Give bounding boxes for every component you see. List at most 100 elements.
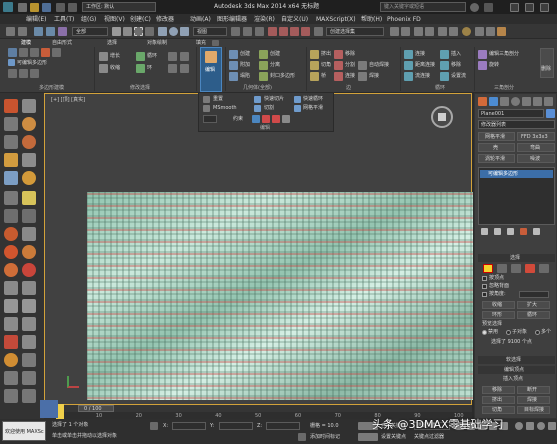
loop-connect-icon[interactable] bbox=[404, 50, 413, 59]
help-icon[interactable] bbox=[484, 3, 493, 12]
set-flow-icon[interactable] bbox=[440, 72, 449, 81]
menu-create[interactable]: 创建(C) bbox=[130, 16, 151, 23]
bend-button[interactable]: 弯曲 bbox=[517, 143, 555, 152]
spinner-snap-icon[interactable] bbox=[301, 27, 310, 36]
patch-icon[interactable] bbox=[22, 281, 36, 295]
show-end-result-icon[interactable] bbox=[19, 69, 28, 78]
show-result-icon[interactable] bbox=[494, 228, 501, 235]
cut-icon[interactable] bbox=[254, 105, 261, 112]
preview-off-radio[interactable] bbox=[482, 330, 487, 335]
edit-vertices-rollout-header[interactable]: 编辑顶点 bbox=[478, 366, 555, 374]
preview-multi-radio[interactable] bbox=[535, 330, 540, 335]
viewport[interactable]: [+] [顶] [真实] bbox=[44, 93, 473, 405]
chamfer-vertex-button[interactable]: 切角 bbox=[482, 406, 515, 414]
angle-snap-icon[interactable] bbox=[279, 27, 288, 36]
mass-fx-icon[interactable] bbox=[4, 353, 18, 367]
minimize-icon[interactable] bbox=[510, 3, 519, 12]
utilities-tab-icon[interactable] bbox=[533, 97, 542, 106]
preview-subobject-radio[interactable] bbox=[506, 330, 511, 335]
vertex-subobject-icon[interactable] bbox=[8, 48, 17, 57]
reference-coordinate-dropdown[interactable]: 视图 bbox=[193, 27, 227, 36]
edge-mode-icon[interactable] bbox=[497, 264, 507, 273]
insert-loop-icon[interactable] bbox=[440, 50, 449, 59]
menu-rendering[interactable]: 渲染(R) bbox=[254, 16, 275, 23]
rotate-icon[interactable] bbox=[169, 27, 178, 36]
menu-maxscript[interactable]: MAXScript(X) bbox=[316, 16, 356, 23]
cloth-icon[interactable] bbox=[22, 335, 36, 349]
hierarchy-tab-icon[interactable] bbox=[500, 97, 509, 106]
weld-edge-icon[interactable] bbox=[358, 72, 367, 81]
select-pattern-icon[interactable] bbox=[180, 64, 189, 73]
select-by-name-icon[interactable] bbox=[123, 27, 132, 36]
remove-modifier-icon[interactable] bbox=[520, 228, 527, 235]
tessellate-icon[interactable] bbox=[294, 105, 301, 112]
weld-vertex-button[interactable]: 焊接 bbox=[517, 396, 550, 404]
constraint-spinner[interactable] bbox=[203, 115, 217, 123]
remove-loop-icon[interactable] bbox=[440, 61, 449, 70]
plane-object[interactable] bbox=[87, 192, 473, 400]
bridge-icon[interactable] bbox=[310, 72, 319, 81]
mini-listener-icon[interactable] bbox=[40, 400, 58, 418]
turbosmooth-button[interactable]: 涡轮平滑 bbox=[478, 154, 515, 163]
link-icon[interactable] bbox=[34, 27, 43, 36]
window-object-icon[interactable] bbox=[4, 317, 18, 331]
select-similar-icon[interactable] bbox=[180, 52, 189, 61]
orbit-icon[interactable] bbox=[537, 422, 545, 430]
editable-poly-label[interactable]: 可编辑多边形 bbox=[17, 60, 47, 66]
tab-populate[interactable]: 填充 bbox=[196, 40, 206, 46]
dropdown-meshsmooth-label[interactable]: 网格平滑 bbox=[303, 105, 323, 111]
by-angle-checkbox[interactable] bbox=[482, 292, 487, 297]
meshsmooth-button[interactable]: 网格平滑 bbox=[478, 132, 515, 141]
loops-distance-connect-label[interactable]: 距离连接 bbox=[415, 62, 435, 68]
sphere-primitive-icon[interactable] bbox=[22, 117, 36, 131]
msmooth-icon[interactable] bbox=[203, 105, 210, 112]
geometry-create-label-2[interactable]: 创建 bbox=[270, 51, 280, 57]
modify-tab-icon[interactable] bbox=[489, 97, 498, 106]
edge-split-label[interactable]: 分割 bbox=[345, 62, 355, 68]
tab-modeling[interactable]: 建模 bbox=[21, 40, 31, 46]
extra-tab-icon[interactable] bbox=[544, 97, 553, 106]
grow-selection-icon[interactable] bbox=[99, 52, 108, 61]
dropdown-msmooth-label[interactable]: MSmooth bbox=[213, 105, 237, 111]
auto-weld-icon[interactable] bbox=[358, 61, 367, 70]
loops-set-flow-label[interactable]: 设置流 bbox=[451, 73, 466, 79]
tab-object-paint[interactable]: 对象绘制 bbox=[147, 40, 167, 46]
light-icon[interactable] bbox=[22, 191, 36, 205]
zoom-icon[interactable] bbox=[515, 422, 523, 430]
unlink-icon[interactable] bbox=[46, 27, 55, 36]
menu-edit[interactable]: 编辑(E) bbox=[26, 16, 46, 23]
group-label-modify-selection[interactable]: 修改选择 bbox=[130, 85, 150, 91]
box-primitive-icon[interactable] bbox=[4, 117, 18, 131]
align-icon[interactable] bbox=[401, 27, 410, 36]
constraint-none-icon[interactable] bbox=[252, 115, 260, 123]
configure-sets-icon[interactable] bbox=[533, 228, 540, 235]
edge-subobject-icon[interactable] bbox=[19, 48, 28, 57]
extrude-vertex-button[interactable]: 挤出 bbox=[482, 396, 515, 404]
camera-icon[interactable] bbox=[4, 209, 18, 223]
ribbon-options-icon[interactable] bbox=[212, 40, 219, 46]
menu-phoenix[interactable]: Phoenix FD bbox=[387, 16, 421, 23]
make-unique-icon[interactable] bbox=[30, 69, 39, 78]
make-unique-panel-icon[interactable] bbox=[507, 228, 514, 235]
window-crossing-icon[interactable] bbox=[145, 27, 154, 36]
shell-button[interactable]: 壳 bbox=[478, 143, 515, 152]
noise-button[interactable]: 噪波 bbox=[517, 154, 555, 163]
dropdown-reset-label[interactable]: 重置 bbox=[213, 96, 223, 102]
reset-icon[interactable] bbox=[203, 96, 210, 103]
constraint-normal-icon[interactable] bbox=[282, 115, 290, 123]
select-manipulate-icon[interactable] bbox=[243, 27, 252, 36]
bind-spacewarp-icon[interactable] bbox=[58, 27, 67, 36]
compound-icon[interactable] bbox=[4, 281, 18, 295]
geometry-collapse-label[interactable]: 塌陷 bbox=[240, 73, 250, 79]
loops-flow-connect-label[interactable]: 流连接 bbox=[415, 73, 430, 79]
element-subobject-icon[interactable] bbox=[52, 48, 61, 57]
viewcube-icon[interactable] bbox=[431, 106, 453, 128]
stack-item-selected[interactable]: 可编辑多边形 bbox=[480, 170, 553, 178]
particle-icon[interactable] bbox=[22, 245, 36, 259]
object-name-field[interactable]: Plane001 bbox=[478, 109, 544, 118]
geosphere-primitive-icon[interactable] bbox=[22, 171, 36, 185]
torus-primitive-icon[interactable] bbox=[22, 135, 36, 149]
tab-selection[interactable]: 选择 bbox=[107, 40, 117, 46]
target-weld-button[interactable]: 目标焊接 bbox=[517, 406, 550, 414]
loop-select-icon[interactable] bbox=[136, 52, 145, 61]
